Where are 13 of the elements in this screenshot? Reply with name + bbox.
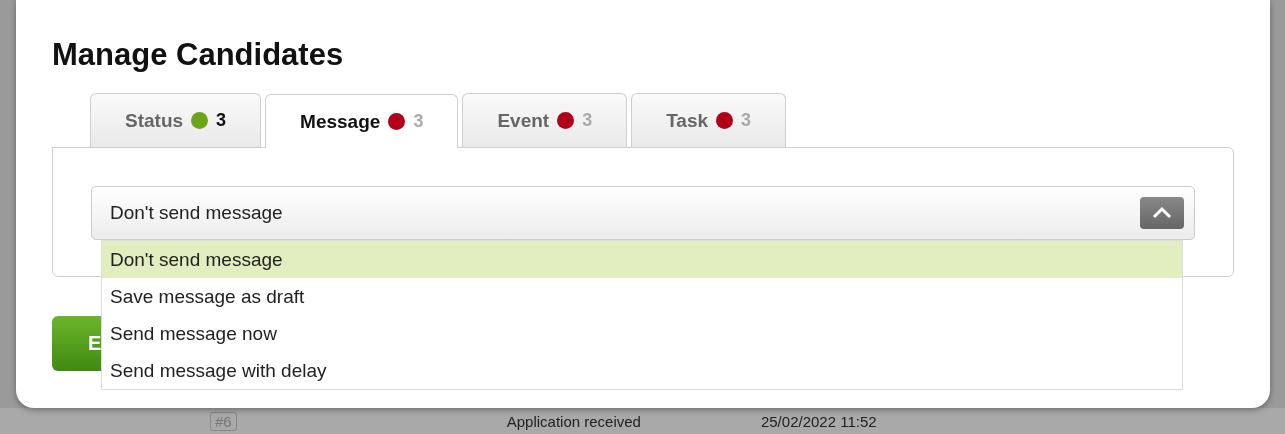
dropdown-option[interactable]: Don't send message — [102, 241, 1182, 278]
tab-count: 3 — [216, 110, 227, 131]
table-cell: Application received — [506, 412, 641, 430]
tab[interactable]: Task 3 — [631, 93, 787, 147]
dialog-title: Manage Candidates — [52, 36, 344, 74]
tab-count: 3 — [741, 110, 752, 131]
table-cell: 25/02/2022 11:52 — [760, 412, 877, 430]
tab[interactable]: Status 3 — [90, 93, 262, 147]
tab-count: 3 — [582, 110, 593, 131]
tab[interactable]: Event 3 — [462, 93, 628, 147]
message-dropdown[interactable]: Don't send message — [91, 186, 1195, 240]
tab-count: 3 — [413, 111, 424, 132]
tab[interactable]: Message 3 — [265, 94, 459, 148]
